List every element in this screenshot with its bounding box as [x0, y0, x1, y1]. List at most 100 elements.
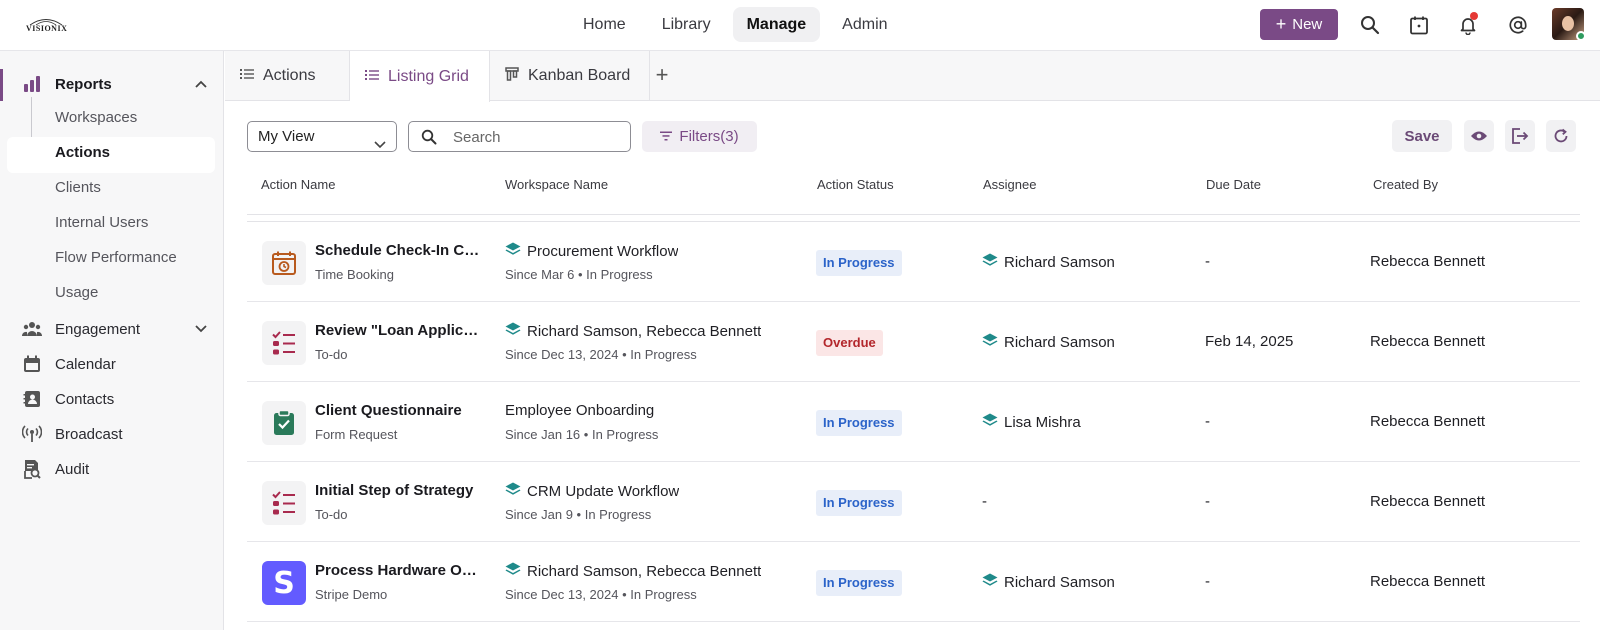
action-title[interactable]: Client Questionnaire — [315, 402, 480, 419]
table-row[interactable]: S Process Hardware Order Stripe Demo Ric… — [247, 542, 1580, 622]
view-select-value: My View — [258, 128, 315, 145]
chevron-up-icon[interactable] — [194, 77, 208, 91]
sidebar-subitem-actions[interactable]: Actions — [55, 144, 110, 161]
column-header-assignee[interactable]: Assignee — [983, 177, 1036, 192]
assignee[interactable]: Lisa Mishra — [982, 413, 1081, 431]
search-input[interactable] — [453, 127, 623, 147]
workspace-name[interactable]: Richard Samson, Rebecca Bennett — [505, 322, 775, 340]
column-header-created-by[interactable]: Created By — [1373, 177, 1438, 192]
add-tab-icon[interactable]: + — [650, 62, 674, 87]
search-icon[interactable] — [1358, 13, 1382, 37]
status-badge: In Progress — [816, 490, 902, 516]
column-header-action-name[interactable]: Action Name — [261, 177, 335, 192]
action-type: To-do — [315, 347, 348, 362]
mention-icon[interactable] — [1506, 13, 1530, 37]
table-row[interactable]: Review "Loan Application" To-do Richard … — [247, 302, 1580, 382]
workspace-stack-icon — [982, 333, 998, 351]
due-date: - — [1205, 413, 1210, 430]
action-title[interactable]: Review "Loan Application" — [315, 322, 480, 339]
sidebar-item-engagement[interactable]: Engagement — [0, 311, 224, 347]
column-header-action-status[interactable]: Action Status — [817, 177, 894, 192]
workspace-meta: Since Dec 13, 2024 • In Progress — [505, 347, 697, 362]
workspace-name[interactable]: Procurement Workflow — [505, 242, 775, 260]
due-date: - — [1205, 253, 1210, 270]
workspace-name[interactable]: CRM Update Workflow — [505, 482, 775, 500]
workspace-stack-icon — [505, 562, 521, 580]
assignee[interactable]: Richard Samson — [982, 253, 1115, 271]
workspace-meta: Since Jan 9 • In Progress — [505, 507, 652, 522]
action-title[interactable]: Schedule Check-In Call — [315, 242, 480, 259]
nav-admin[interactable]: Admin — [828, 7, 901, 42]
status-badge: Overdue — [816, 330, 883, 356]
sidebar-item-contacts[interactable]: Contacts — [0, 381, 224, 417]
save-button[interactable]: Save — [1392, 120, 1452, 152]
tab-label: Listing Grid — [388, 67, 469, 85]
online-status-icon — [1576, 31, 1586, 41]
tab-actions[interactable]: Actions — [225, 51, 350, 101]
nav-manage[interactable]: Manage — [732, 7, 821, 42]
workspace-stack-icon — [505, 242, 521, 260]
column-header-due-date[interactable]: Due Date — [1206, 177, 1261, 192]
tab-label: Actions — [263, 67, 316, 84]
workspace-name[interactable]: Richard Samson, Rebecca Bennett — [505, 562, 775, 580]
assignee[interactable]: Richard Samson — [982, 333, 1115, 351]
sidebar-subitem-workspaces[interactable]: Workspaces — [55, 109, 137, 126]
table-row[interactable]: Schedule Check-In Call Time Booking Proc… — [247, 222, 1580, 302]
assignee[interactable]: - — [982, 493, 987, 510]
table-header: Action Name Workspace Name Action Status… — [247, 170, 1580, 215]
view-select[interactable]: My View — [247, 121, 397, 152]
calendar-clock-icon — [262, 241, 306, 285]
due-date: - — [1205, 493, 1210, 510]
sidebar-subitem-clients[interactable]: Clients — [55, 179, 101, 196]
clipboard-form-icon — [262, 401, 306, 445]
nav-home[interactable]: Home — [569, 7, 640, 42]
audit-icon — [22, 459, 42, 479]
workspace-meta: Since Dec 13, 2024 • In Progress — [505, 587, 697, 602]
table-row[interactable]: Client Questionnaire Form Request Employ… — [247, 382, 1580, 462]
new-button-label: New — [1292, 16, 1323, 33]
column-header-workspace-name[interactable]: Workspace Name — [505, 177, 608, 192]
sidebar-item-label: Engagement — [55, 320, 141, 338]
workspace-stack-icon — [505, 322, 521, 340]
sidebar-subitem-usage[interactable]: Usage — [55, 284, 98, 301]
workspace-name[interactable]: Employee Onboarding — [505, 402, 775, 419]
tab-listing-grid[interactable]: Listing Grid — [350, 51, 490, 102]
sidebar-item-broadcast[interactable]: Broadcast — [0, 416, 224, 452]
notification-dot — [1470, 12, 1478, 20]
new-button[interactable]: + New — [1260, 9, 1338, 40]
table-row[interactable]: Initial Step of Strategy To-do CRM Updat… — [247, 462, 1580, 542]
nav-library[interactable]: Library — [648, 7, 725, 42]
sidebar-item-label: Contacts — [55, 390, 115, 408]
action-type: Form Request — [315, 427, 398, 442]
sidebar-item-reports[interactable]: Reports — [0, 66, 224, 102]
chevron-down-icon[interactable] — [194, 322, 208, 336]
refresh-icon[interactable] — [1546, 120, 1576, 152]
status-badge: In Progress — [816, 410, 902, 436]
search-box[interactable] — [408, 121, 631, 152]
plus-icon: + — [1275, 13, 1287, 34]
bell-icon[interactable] — [1456, 12, 1480, 37]
chevron-down-icon — [374, 130, 386, 159]
search-icon — [421, 129, 437, 149]
people-icon — [22, 319, 42, 339]
assignee[interactable]: Richard Samson — [982, 573, 1115, 591]
brand-logo[interactable]: VISIONIX — [26, 16, 68, 34]
sidebar-subitem-flow-performance[interactable]: Flow Performance — [55, 249, 177, 266]
action-type: Stripe Demo — [315, 587, 388, 602]
tab-kanban-board[interactable]: Kanban Board — [490, 51, 650, 101]
sidebar-subitem-internal-users[interactable]: Internal Users — [55, 214, 148, 231]
action-title[interactable]: Initial Step of Strategy — [315, 482, 480, 499]
created-by: Rebecca Bennett — [1370, 333, 1486, 350]
filters-button[interactable]: Filters(3) — [642, 121, 757, 152]
stripe-logo-icon: S — [262, 561, 306, 605]
calendar-check-icon[interactable] — [1407, 13, 1431, 37]
action-title[interactable]: Process Hardware Order — [315, 562, 480, 579]
eye-icon[interactable] — [1464, 120, 1494, 152]
brand-name: VISIONIX — [26, 24, 68, 33]
created-by: Rebecca Bennett — [1370, 413, 1486, 430]
broadcast-icon — [22, 424, 42, 444]
sidebar-item-audit[interactable]: Audit — [0, 451, 224, 487]
sidebar-item-calendar[interactable]: Calendar — [0, 346, 224, 382]
bar-chart-icon — [22, 74, 42, 94]
export-icon[interactable] — [1505, 120, 1535, 152]
